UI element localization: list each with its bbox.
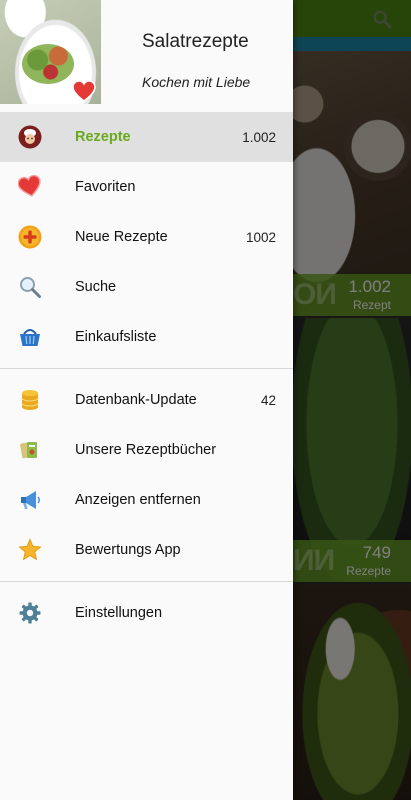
heart-icon	[18, 175, 41, 197]
menu-label: Favoriten	[75, 179, 136, 195]
menu-item-rezeptbuecher[interactable]: Unsere Rezeptbücher	[0, 425, 293, 475]
header-photo	[0, 0, 101, 104]
chef-icon	[18, 125, 42, 149]
menu-label: Suche	[75, 279, 117, 295]
menu-item-einstellungen[interactable]: Einstellungen	[0, 588, 293, 638]
heart-icon	[72, 80, 96, 102]
menu-item-suche[interactable]: Suche	[0, 262, 293, 312]
app-subtitle: Kochen mit Liebe	[142, 74, 251, 90]
menu-label: Unsere Rezeptbücher	[75, 442, 217, 458]
menu-item-bewertungs-app[interactable]: Bewertungs App	[0, 525, 293, 575]
megaphone-icon	[21, 491, 40, 509]
scrim-overlay[interactable]	[293, 0, 411, 800]
plus-circle-icon	[18, 225, 42, 249]
drawer-header: Salatrezepte Kochen mit Liebe	[0, 0, 293, 112]
menu-divider	[0, 581, 293, 582]
menu-count: 42	[260, 393, 276, 408]
menu-label: Datenbank-Update	[75, 392, 197, 408]
menu-label: Anzeigen entfernen	[75, 492, 201, 508]
menu-label: Rezepte	[75, 129, 131, 145]
drawer-menu: Rezepte 1.002 Favoriten Neue Rezepte 100…	[0, 112, 293, 638]
background-screen: ОИ 1.002 Rezept ИИ 749 Rezepte	[293, 0, 411, 800]
search-icon	[20, 277, 41, 298]
app-title: Salatrezepte	[142, 31, 249, 52]
menu-item-rezepte[interactable]: Rezepte 1.002	[0, 112, 293, 162]
basket-icon	[20, 329, 40, 346]
menu-label: Einstellungen	[75, 605, 163, 621]
menu-count: 1002	[245, 230, 276, 245]
menu-divider	[0, 368, 293, 369]
navigation-drawer: Salatrezepte Kochen mit Liebe Rezepte 1.…	[0, 0, 293, 800]
database-icon	[21, 390, 39, 410]
menu-item-anzeigen-entfernen[interactable]: Anzeigen entfernen	[0, 475, 293, 525]
menu-label: Neue Rezepte	[75, 229, 168, 245]
menu-item-neue-rezepte[interactable]: Neue Rezepte 1002	[0, 212, 293, 262]
menu-item-datenbank-update[interactable]: Datenbank-Update 42	[0, 375, 293, 425]
menu-label: Einkaufsliste	[75, 329, 157, 345]
salad-plate	[22, 44, 74, 84]
books-icon	[20, 442, 37, 459]
menu-item-einkaufsliste[interactable]: Einkaufsliste	[0, 312, 293, 362]
menu-label: Bewertungs App	[75, 542, 181, 558]
gear-icon	[19, 602, 41, 624]
menu-count: 1.002	[242, 130, 276, 145]
star-icon	[18, 538, 42, 561]
menu-item-favoriten[interactable]: Favoriten	[0, 162, 293, 212]
